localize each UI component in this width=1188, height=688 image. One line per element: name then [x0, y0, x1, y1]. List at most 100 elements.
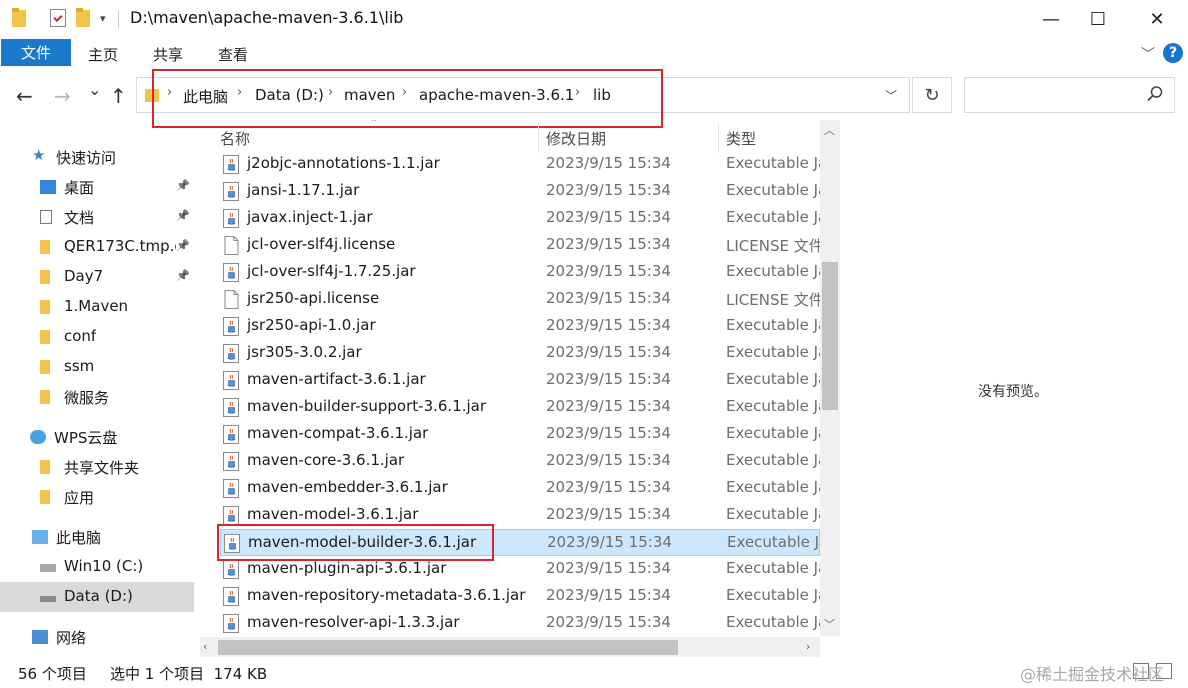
quick-access-toolbar-dropdown[interactable]: ▾ [100, 12, 106, 25]
file-date: 2023/9/15 15:34 [546, 289, 671, 307]
file-date: 2023/9/15 15:34 [546, 235, 671, 253]
folder-icon [40, 390, 50, 404]
sidebar-item[interactable]: WPS云盘 [0, 422, 194, 452]
maximize-button[interactable]: ☐ [1075, 0, 1121, 38]
file-date: 2023/9/15 15:34 [547, 533, 672, 551]
file-name: jcl-over-slf4j-1.7.25.jar [247, 262, 416, 280]
navigation-pane: ★ 快速访问 桌面 📌 文档 📌 QER173C.tmp.c 📌 Day7 📌 1.Maven con… [0, 128, 196, 648]
new-folder-icon[interactable] [76, 8, 90, 27]
sidebar-item[interactable]: QER173C.tmp.c 📌 [0, 232, 194, 262]
scroll-down-arrow-icon[interactable]: ﹀ [824, 616, 835, 632]
forward-button[interactable]: → [54, 84, 71, 108]
file-row[interactable]: maven-core-3.6.1.jar 2023/9/15 15:34 Execu… [220, 448, 820, 475]
file-row[interactable]: jsr250-api-1.0.jar 2023/9/15 15:34 Executa… [220, 313, 820, 340]
sidebar-item[interactable]: Win10 (C:) [0, 552, 194, 582]
sidebar-item[interactable]: 1.Maven [0, 292, 194, 322]
pin-icon: 📌 [176, 209, 190, 222]
vertical-scroll-thumb[interactable] [822, 262, 838, 410]
jar-file-icon [222, 343, 241, 364]
minimize-button[interactable]: — [1028, 0, 1074, 38]
sidebar-item[interactable]: ssm [0, 352, 194, 382]
sidebar-item[interactable]: 此电脑 [0, 522, 194, 552]
column-header-date[interactable]: 修改日期 [546, 128, 606, 149]
file-row[interactable]: jcl-over-slf4j.license 2023/9/15 15:34 LIC… [220, 232, 820, 259]
file-type: Executable Jar File [726, 424, 820, 442]
sidebar-item[interactable]: 应用 [0, 482, 194, 512]
scroll-right-arrow-icon[interactable]: › [806, 640, 810, 653]
tab-file[interactable]: 文件 [1, 39, 71, 66]
search-input[interactable] [964, 77, 1175, 113]
sidebar-item[interactable]: 桌面 📌 [0, 172, 194, 202]
properties-icon[interactable] [50, 9, 66, 27]
recent-locations-button[interactable]: ⌄ [88, 80, 101, 99]
file-row[interactable]: jsr305-3.0.2.jar 2023/9/15 15:34 Executabl… [220, 340, 820, 367]
file-type: Executable Jar File [726, 343, 820, 361]
tab-view[interactable]: 查看 [218, 44, 248, 65]
file-row[interactable]: jansi-1.17.1.jar 2023/9/15 15:34 Executabl… [220, 178, 820, 205]
horizontal-scroll-thumb[interactable] [218, 640, 678, 655]
generic-file-icon [222, 289, 241, 310]
column-header-name[interactable]: 名称 [220, 128, 250, 149]
back-button[interactable]: ← [16, 84, 33, 108]
up-button[interactable]: ↑ [110, 84, 127, 108]
file-row[interactable]: maven-repository-metadata-3.6.1.jar 2023/… [220, 583, 820, 610]
pin-icon: 📌 [176, 179, 190, 192]
column-header-type[interactable]: 类型 [726, 128, 756, 149]
sidebar-item[interactable]: conf [0, 322, 194, 352]
sidebar-item[interactable]: 微服务 [0, 382, 194, 412]
sidebar-item[interactable]: Day7 📌 [0, 262, 194, 292]
search-icon[interactable] [1146, 85, 1164, 103]
preview-pane-message: 没有预览。 [978, 384, 1048, 400]
jar-file-icon [222, 451, 241, 472]
drive-icon [40, 596, 56, 602]
jar-file-icon [222, 424, 241, 445]
file-row[interactable]: jsr250-api.license 2023/9/15 15:34 LICENSE… [220, 286, 820, 313]
folder-icon [40, 490, 50, 504]
file-name: jcl-over-slf4j.license [247, 235, 396, 253]
file-row[interactable]: javax.inject-1.jar 2023/9/15 15:34 Executa… [220, 205, 820, 232]
file-date: 2023/9/15 15:34 [546, 505, 671, 523]
close-button[interactable]: ✕ [1134, 0, 1180, 38]
watermark: @稀土掘金技术社区 [1020, 665, 1165, 684]
file-row[interactable]: maven-compat-3.6.1.jar 2023/9/15 15:34 Exe… [220, 421, 820, 448]
file-row[interactable]: maven-artifact-3.6.1.jar 2023/9/15 15:34 E… [220, 367, 820, 394]
sidebar-item-label: WPS云盘 [54, 429, 118, 447]
refresh-button[interactable]: ↻ [912, 77, 952, 113]
sidebar-item-label: ssm [64, 357, 95, 375]
file-name: maven-plugin-api-3.6.1.jar [247, 559, 447, 577]
help-icon[interactable]: ? [1163, 43, 1183, 63]
sidebar-item[interactable]: Data (D:) [0, 582, 194, 612]
scroll-left-arrow-icon[interactable]: ‹ [203, 640, 207, 653]
file-date: 2023/9/15 15:34 [546, 370, 671, 388]
file-row[interactable]: maven-builder-support-3.6.1.jar 2023/9/15… [220, 394, 820, 421]
file-type: Executable Jar File [726, 154, 820, 172]
address-dropdown-icon[interactable]: ﹀ [885, 87, 897, 104]
item-count: 56 个项目 [18, 665, 87, 683]
file-date: 2023/9/15 15:34 [546, 397, 671, 415]
sidebar-item[interactable]: 文档 📌 [0, 202, 194, 232]
scroll-up-arrow-icon[interactable]: ︿ [824, 122, 835, 138]
column-divider[interactable] [538, 123, 539, 153]
jar-file-icon [222, 316, 241, 337]
jar-file-icon [222, 154, 241, 175]
file-row[interactable]: maven-embedder-3.6.1.jar 2023/9/15 15:34 E… [220, 475, 820, 502]
computer-icon [32, 530, 48, 544]
file-row[interactable]: maven-resolver-api-1.3.3.jar 2023/9/15 15… [220, 610, 820, 636]
file-row[interactable]: jcl-over-slf4j-1.7.25.jar 2023/9/15 15:34… [220, 259, 820, 286]
expand-ribbon-chevron-icon[interactable]: ﹀ [1141, 44, 1155, 64]
sidebar-item[interactable]: ★ 快速访问 [0, 142, 194, 172]
file-type: Executable Jar File [727, 533, 821, 551]
file-row[interactable]: j2objc-annotations-1.1.jar 2023/9/15 15:3… [220, 151, 820, 178]
tab-home[interactable]: 主页 [88, 44, 118, 65]
tab-share[interactable]: 共享 [153, 44, 183, 65]
jar-file-icon [222, 478, 241, 499]
selected-file-highlight-box [217, 524, 494, 561]
sidebar-item[interactable]: 共享文件夹 [0, 452, 194, 482]
sidebar-item[interactable]: 网络 [0, 622, 194, 652]
column-divider[interactable] [718, 123, 719, 153]
file-date: 2023/9/15 15:34 [546, 586, 671, 604]
folder-icon [40, 300, 50, 314]
pin-icon: 📌 [176, 269, 190, 282]
sidebar-item-label: 桌面 [64, 179, 95, 197]
sidebar-item-label: Day7 [64, 267, 104, 285]
